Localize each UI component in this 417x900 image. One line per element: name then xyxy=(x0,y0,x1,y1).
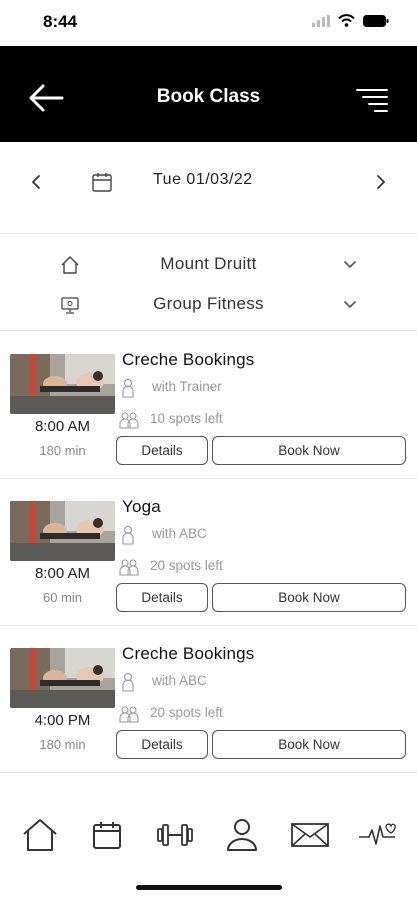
battery-icon xyxy=(363,14,389,27)
heart-rate-icon xyxy=(359,823,397,845)
chevron-right-icon xyxy=(377,175,386,189)
class-card: 8:00 AM 60 min Yoga with ABC 20 spots le… xyxy=(0,479,417,626)
class-thumbnail xyxy=(10,501,115,561)
app-header: Book Class xyxy=(0,46,417,142)
wifi-icon xyxy=(338,14,355,27)
person-icon xyxy=(122,672,134,692)
tab-calendar[interactable] xyxy=(85,813,129,857)
status-time: 8:44 xyxy=(43,12,78,31)
date-selector: Tue 01/03/22 xyxy=(0,142,417,234)
class-duration: 180 min xyxy=(39,443,86,458)
class-time: 4:00 PM xyxy=(34,712,91,729)
selected-date[interactable]: Tue 01/03/22 xyxy=(153,171,253,189)
class-duration: 180 min xyxy=(39,737,86,752)
menu-button[interactable] xyxy=(355,86,389,114)
tab-health[interactable] xyxy=(355,813,399,857)
user-icon xyxy=(227,819,258,851)
class-trainer: with ABC xyxy=(152,526,207,541)
tab-profile[interactable] xyxy=(220,813,264,857)
bottom-tab-bar xyxy=(0,800,417,870)
book-now-button[interactable]: Book Now xyxy=(212,583,406,612)
tab-home[interactable] xyxy=(18,813,62,857)
book-now-button[interactable]: Book Now xyxy=(212,730,406,759)
details-button[interactable]: Details xyxy=(116,436,208,465)
previous-date-button[interactable] xyxy=(28,170,44,194)
class-card: 4:00 PM 180 min Creche Bookings with ABC… xyxy=(0,626,417,773)
group-icon xyxy=(119,706,139,723)
class-list: 8:00 AM 180 min Creche Bookings with Tra… xyxy=(0,332,417,773)
person-icon xyxy=(122,525,134,545)
book-now-button[interactable]: Book Now xyxy=(212,436,406,465)
calendar-icon[interactable] xyxy=(90,170,114,194)
class-trainer: with ABC xyxy=(152,673,207,688)
mail-icon xyxy=(290,823,329,847)
class-spots: 20 spots left xyxy=(150,558,223,573)
tab-workouts[interactable] xyxy=(153,813,197,857)
calendar-icon xyxy=(93,822,122,849)
class-name: Yoga xyxy=(122,497,161,516)
chevron-down-icon xyxy=(344,301,356,309)
class-thumbnail xyxy=(10,354,115,414)
category-dropdown[interactable]: Group Fitness xyxy=(0,286,417,322)
next-date-button[interactable] xyxy=(373,170,389,194)
class-card: 8:00 AM 180 min Creche Bookings with Tra… xyxy=(0,332,417,479)
person-icon xyxy=(122,378,134,398)
chevron-down-icon xyxy=(344,261,356,269)
group-icon xyxy=(119,559,139,576)
menu-lines-icon xyxy=(356,89,388,112)
tab-messages[interactable] xyxy=(288,813,332,857)
details-button[interactable]: Details xyxy=(116,730,208,759)
home-icon xyxy=(23,819,57,851)
class-name: Creche Bookings xyxy=(122,350,255,369)
class-spots: 20 spots left xyxy=(150,705,223,720)
group-icon xyxy=(119,412,139,429)
dumbbell-icon xyxy=(156,824,193,846)
signal-icon xyxy=(312,14,330,27)
chevron-left-icon xyxy=(31,175,40,189)
location-dropdown[interactable]: Mount Druitt xyxy=(0,246,417,282)
class-trainer: with Trainer xyxy=(152,379,222,394)
filters: Mount Druitt Group Fitness xyxy=(0,235,417,331)
status-bar: 8:44 xyxy=(0,0,417,46)
status-icons xyxy=(312,14,389,27)
home-indicator xyxy=(136,885,282,890)
class-name: Creche Bookings xyxy=(122,644,255,663)
class-duration: 60 min xyxy=(42,590,83,605)
class-time: 8:00 AM xyxy=(34,418,91,435)
class-time: 8:00 AM xyxy=(34,565,91,582)
class-spots: 10 spots left xyxy=(150,411,223,426)
class-thumbnail xyxy=(10,648,115,708)
details-button[interactable]: Details xyxy=(116,583,208,612)
